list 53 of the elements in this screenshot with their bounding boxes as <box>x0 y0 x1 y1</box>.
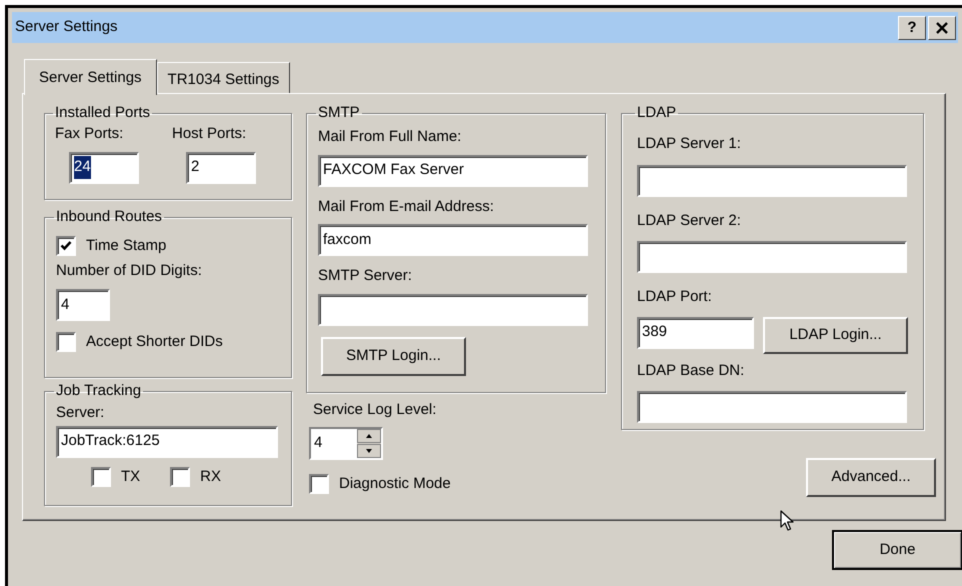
input-field[interactable]: 2 <box>186 152 256 184</box>
field-label: Service Log Level: <box>313 400 438 420</box>
group-title: Installed Ports <box>54 104 152 122</box>
ldap-login-button[interactable]: LDAP Login... <box>763 316 908 354</box>
input-field[interactable] <box>637 164 907 196</box>
input-field[interactable]: FAXCOM Fax Server <box>318 154 588 186</box>
input-field[interactable]: faxcom <box>318 224 588 256</box>
checkbox[interactable] <box>56 332 76 352</box>
group-title: LDAP <box>636 104 678 122</box>
group-title: Inbound Routes <box>55 208 163 226</box>
checkbox-label: RX <box>200 466 222 486</box>
close-icon <box>936 22 948 34</box>
checkbox-label: Accept Shorter DIDs <box>86 332 223 352</box>
advanced-button[interactable]: Advanced... <box>806 458 936 497</box>
tab[interactable]: Server Settings <box>24 59 157 95</box>
input-field[interactable] <box>318 294 588 326</box>
spin-box[interactable]: 4 <box>309 426 383 460</box>
input-field[interactable]: 4 <box>56 289 110 321</box>
field-value: 24 <box>74 156 91 179</box>
checkbox-label: Time Stamp <box>86 236 166 256</box>
spin-arrows-icon[interactable] <box>357 428 381 458</box>
checkbox-label: TX <box>121 466 140 486</box>
field-label: Mail From Full Name: <box>318 127 462 147</box>
field-label: Server: <box>56 403 106 423</box>
field-label: Host Ports: <box>172 124 248 144</box>
group-title: Job Tracking <box>55 382 142 400</box>
field-label: Fax Ports: <box>55 124 124 144</box>
input-field[interactable] <box>637 391 907 423</box>
smtp-login-button[interactable]: SMTP Login... <box>321 336 466 376</box>
close-button[interactable] <box>928 16 956 40</box>
field-label: LDAP Base DN: <box>637 360 746 380</box>
help-button[interactable]: ? <box>898 16 926 40</box>
field-label: SMTP Server: <box>318 266 413 286</box>
input-field[interactable]: 24 <box>69 152 139 184</box>
group-title: SMTP <box>317 104 361 122</box>
tab[interactable]: TR1034 Settings <box>156 62 290 93</box>
window-title: Server Settings <box>15 17 119 38</box>
checkbox[interactable] <box>56 236 76 256</box>
input-field[interactable]: 389 <box>637 316 754 348</box>
input-field[interactable] <box>637 241 907 273</box>
field-label: Number of DID Digits: <box>56 260 203 280</box>
field-label: Mail From E-mail Address: <box>318 196 495 216</box>
input-field[interactable]: JobTrack:6125 <box>56 426 278 458</box>
done-button[interactable]: Done <box>832 530 962 570</box>
checkbox[interactable] <box>170 466 190 487</box>
checkbox[interactable] <box>91 466 111 487</box>
field-value: 2 <box>191 157 200 178</box>
field-label: LDAP Server 1: <box>637 134 742 154</box>
field-label: LDAP Port: <box>637 287 713 307</box>
check-icon <box>60 240 72 252</box>
checkbox-label: Diagnostic Mode <box>339 474 451 494</box>
checkbox[interactable] <box>309 474 329 494</box>
field-label: LDAP Server 2: <box>637 210 742 230</box>
